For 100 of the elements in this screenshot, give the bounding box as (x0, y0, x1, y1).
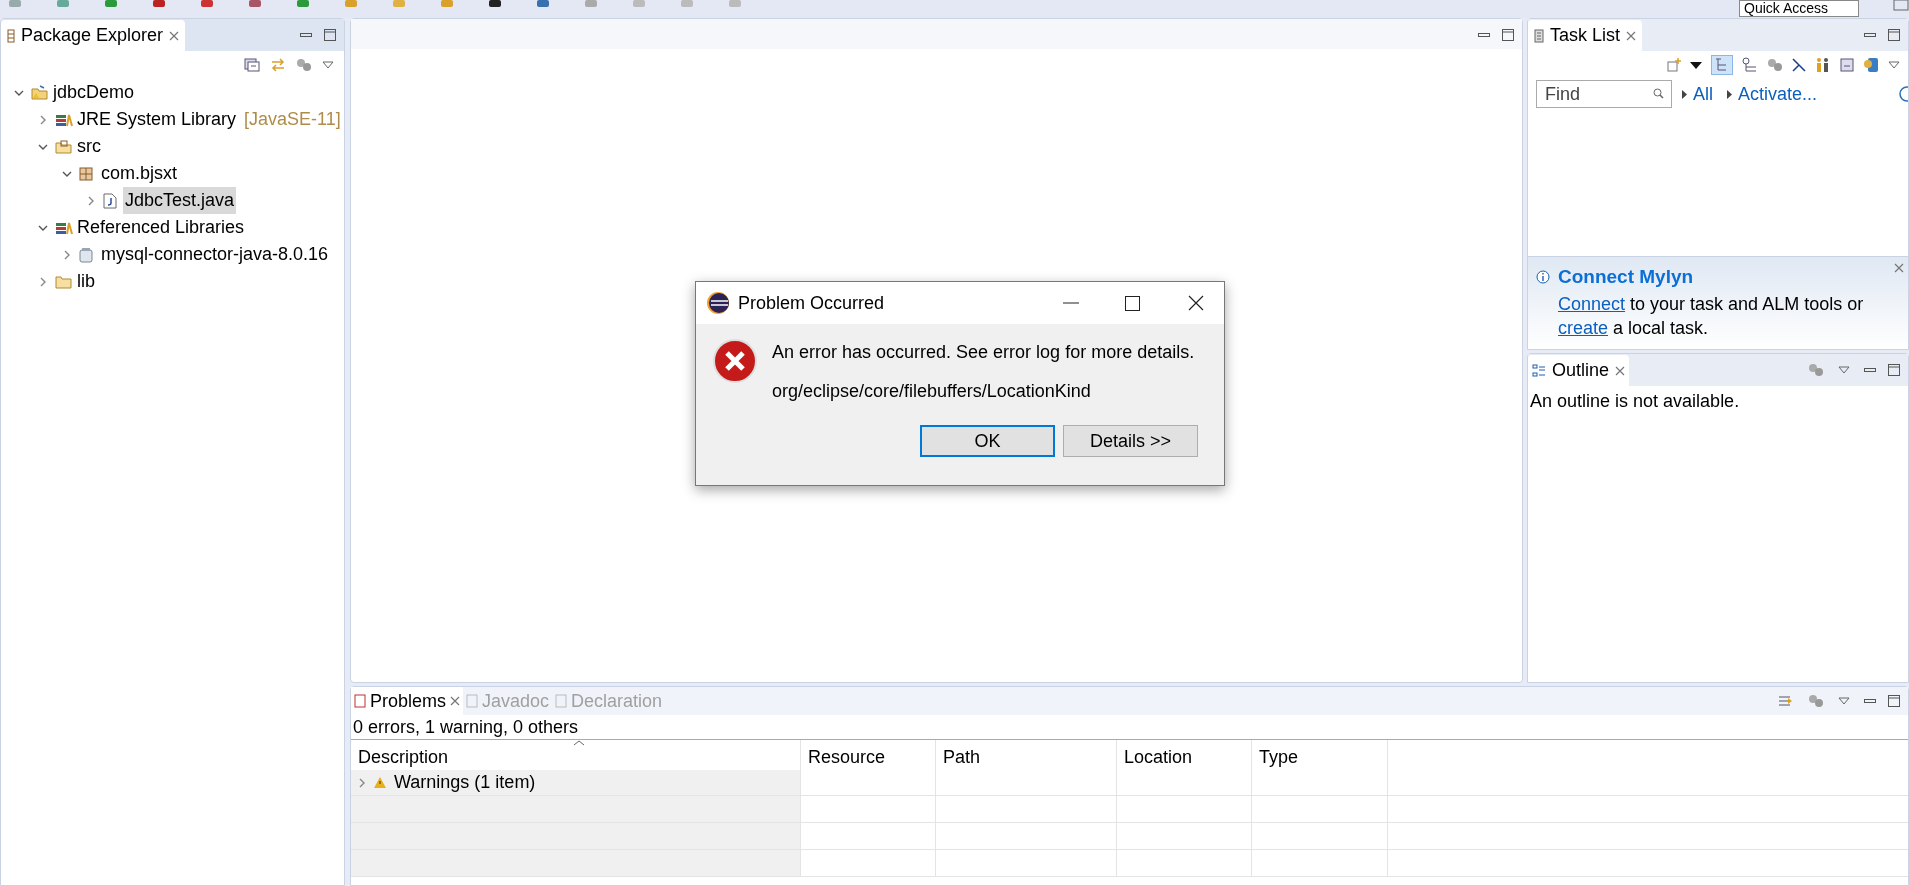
tree-item[interactable]: JdbcTest.java (123, 187, 237, 214)
dialog-button[interactable]: Details >> (1063, 425, 1198, 457)
view-tab-label: Declaration (571, 689, 663, 713)
column-header[interactable]: Resource (801, 740, 936, 770)
banner-title: Connect Mylyn (1558, 265, 1694, 289)
maximize-icon[interactable] (1888, 695, 1900, 707)
view-tab-label: Outline (1552, 359, 1610, 382)
maximize-icon[interactable] (1888, 29, 1900, 41)
view-menu-icon[interactable] (1838, 366, 1850, 374)
chevron-right-icon[interactable] (358, 777, 366, 788)
view-menu-icon[interactable] (1838, 697, 1850, 705)
package-icon (79, 166, 93, 181)
filter-link[interactable]: All (1693, 80, 1713, 108)
task-list-icon (1534, 28, 1544, 43)
banner-text: Connect to your task and ALM tools or create a local task. (1557, 292, 1865, 340)
books-icon (55, 220, 73, 235)
gears-icon[interactable] (1767, 58, 1783, 72)
view-tab-label: Package Explorer (21, 24, 164, 47)
tab-icon (354, 694, 366, 708)
maximize-icon[interactable] (324, 29, 336, 41)
find-field[interactable]: Find (1536, 80, 1672, 108)
view-tab[interactable]: Package Explorer (1, 20, 186, 51)
project-folder-icon (31, 84, 49, 101)
tab-icon (466, 694, 479, 708)
minimize-icon[interactable] (1864, 368, 1876, 372)
gears-icon[interactable] (1808, 363, 1824, 377)
gears-icon[interactable] (1808, 694, 1824, 708)
chevron-down-icon[interactable] (38, 142, 48, 151)
dropdown-arrow-icon[interactable] (1690, 61, 1702, 69)
triangle-right-icon (1727, 89, 1732, 99)
outline-message: An outline is not available. (1529, 390, 1741, 413)
jar-icon (79, 246, 93, 263)
view-tab-label: Problems (370, 689, 447, 713)
quick-access-field[interactable]: Quick Access (1739, 0, 1859, 17)
repository-icon[interactable] (1863, 57, 1879, 73)
view-tab[interactable]: Outline (1528, 355, 1630, 386)
maximize-icon[interactable] (1125, 295, 1140, 311)
java-file-icon (103, 192, 117, 209)
dialog-title: Problem Occurred (738, 291, 885, 315)
scheduled-icon[interactable] (1742, 57, 1758, 73)
problems-summary: 0 errors, 1 warning, 0 others (352, 716, 580, 739)
books-icon (55, 112, 73, 127)
maximize-icon[interactable] (1888, 364, 1900, 376)
minimize-icon[interactable] (1864, 699, 1876, 703)
filter-link[interactable]: Activate... (1738, 80, 1818, 108)
view-menu-icon[interactable] (1888, 61, 1900, 69)
error-icon (712, 338, 758, 384)
minimize-icon[interactable] (300, 33, 312, 37)
view-tab[interactable]: Problems (351, 687, 464, 715)
chevron-right-icon[interactable] (87, 195, 95, 206)
tree-item[interactable]: com.bjsxt (99, 160, 180, 187)
package-folder-icon (55, 139, 73, 154)
tree-item[interactable]: jdbcDemo (51, 79, 137, 106)
focus-icon[interactable] (1778, 694, 1794, 708)
info-icon (1536, 270, 1550, 285)
help-icon[interactable] (1898, 86, 1908, 102)
error-detail: org/eclipse/core/filebuffers/LocationKind (772, 380, 1092, 403)
maximize-icon[interactable] (1502, 29, 1514, 41)
toolbar-icon[interactable] (488, 0, 502, 8)
banner-link[interactable]: create (1558, 317, 1609, 338)
sort-caret-icon (573, 740, 585, 746)
close-icon[interactable] (1188, 295, 1204, 311)
banner-link[interactable]: Connect (1558, 293, 1626, 314)
table-cell[interactable]: Warnings (1 item) (351, 770, 801, 795)
folder-icon (55, 274, 73, 289)
chevron-right-icon[interactable] (63, 249, 71, 260)
view-tab-label: Task List (1550, 24, 1621, 47)
column-header[interactable]: Type (1252, 740, 1388, 770)
chevron-right-icon[interactable] (39, 114, 47, 125)
column-header[interactable]: Path (936, 740, 1117, 770)
minimize-window-icon[interactable] (1840, 58, 1854, 72)
tree-item[interactable]: src (75, 133, 103, 160)
tree-item[interactable]: lib (75, 268, 97, 295)
new-task-icon[interactable] (1667, 58, 1681, 72)
eclipse-logo-icon (706, 291, 730, 315)
chevron-down-icon[interactable] (62, 169, 72, 178)
link-arrows-icon[interactable] (270, 58, 286, 72)
view-tab[interactable]: Task List (1528, 20, 1643, 51)
warnings-label: Warnings (1 item) (394, 771, 536, 794)
tree-item[interactable]: Referenced Libraries (75, 214, 247, 241)
package-explorer-icon (7, 28, 15, 43)
gears-icon[interactable] (296, 58, 312, 72)
warning-icon (374, 777, 386, 788)
search-icon (1653, 88, 1664, 99)
chevron-down-icon[interactable] (14, 88, 24, 97)
tree-item-decoration: [JavaSE-11] (244, 108, 341, 131)
minimize-icon[interactable] (1864, 33, 1876, 37)
tab-icon (555, 694, 568, 708)
column-header[interactable]: Location (1117, 740, 1252, 770)
minimize-icon[interactable] (1478, 33, 1490, 37)
view-tab-label: Javadoc (482, 689, 550, 713)
people-icon[interactable] (1815, 57, 1831, 73)
error-message: An error has occurred. See error log for more details. (772, 341, 1195, 364)
tree-item[interactable]: mysql-connector-java-8.0.16 (99, 241, 331, 268)
view-menu-icon[interactable] (322, 61, 334, 69)
tree-item[interactable]: JRE System Library (75, 106, 239, 133)
triangle-right-icon (1682, 89, 1687, 99)
dialog-button[interactable]: OK (920, 425, 1055, 457)
chevron-right-icon[interactable] (39, 276, 47, 287)
chevron-down-icon[interactable] (38, 223, 48, 232)
